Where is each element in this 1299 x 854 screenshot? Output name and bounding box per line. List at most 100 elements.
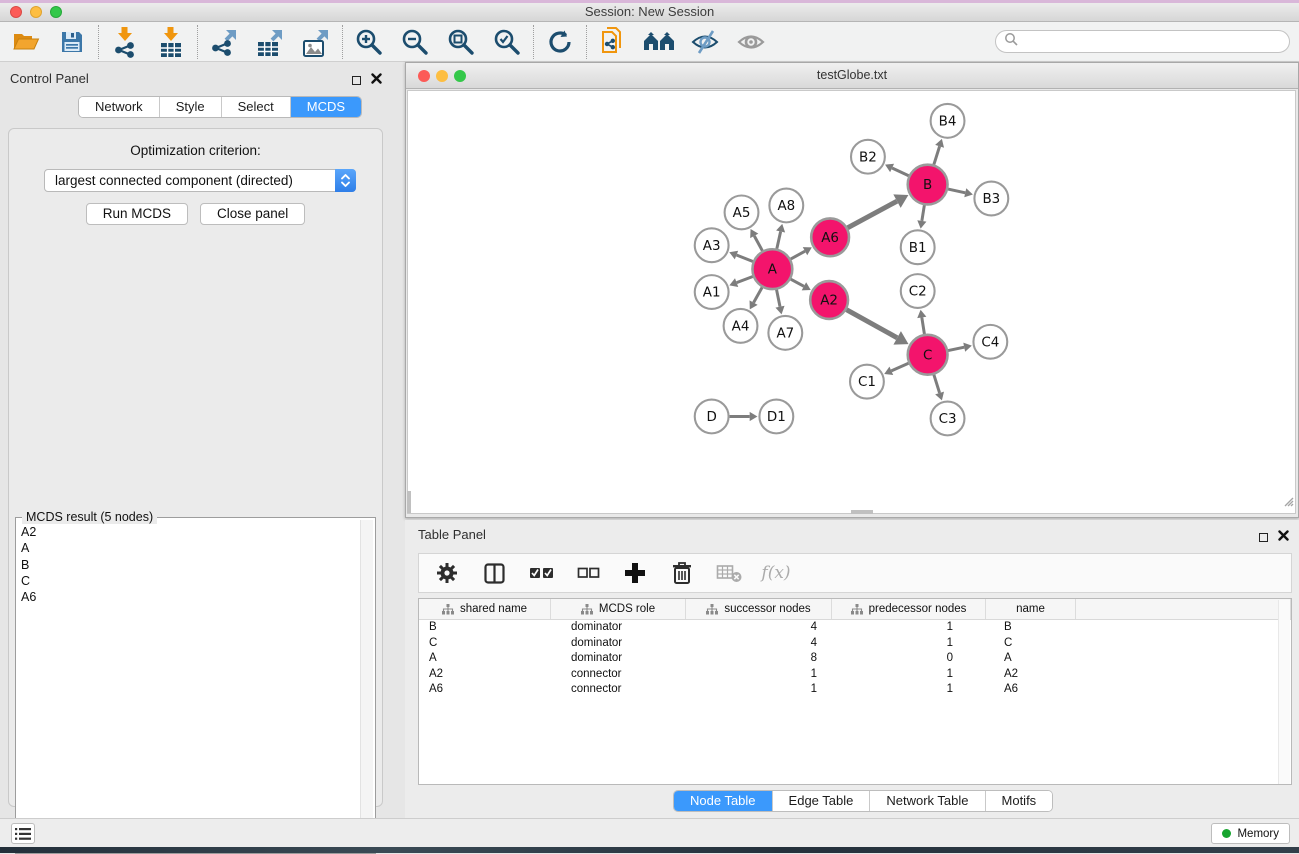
list-item[interactable]: A: [21, 540, 357, 556]
minimize-traffic-light[interactable]: [436, 70, 448, 82]
tab-node-table[interactable]: Node Table: [674, 791, 773, 811]
graph-node-label: C4: [981, 335, 999, 350]
table-header-row: shared name MCDS role successor nodes pr…: [419, 599, 1291, 620]
control-panel-title: Control Panel: [10, 71, 89, 86]
home-layout-icon[interactable]: [643, 26, 675, 58]
app-titlebar: Session: New Session: [0, 3, 1299, 22]
search-input[interactable]: [995, 30, 1290, 53]
export-image-icon[interactable]: [300, 26, 332, 58]
column-header[interactable]: successor nodes: [686, 599, 832, 619]
list-item[interactable]: A6: [21, 589, 357, 605]
network-overview-icon[interactable]: [597, 26, 629, 58]
float-panel-icon[interactable]: [1259, 533, 1268, 542]
save-icon[interactable]: [56, 26, 88, 58]
function-builder-icon: f(x): [760, 557, 792, 589]
column-header[interactable]: MCDS role: [551, 599, 686, 619]
graph-node-label: D: [706, 410, 716, 425]
list-item[interactable]: A2: [21, 524, 357, 540]
graph-node-label: B2: [859, 150, 877, 165]
add-column-icon[interactable]: [619, 557, 651, 589]
close-panel-icon[interactable]: [1278, 528, 1289, 546]
delete-column-icon[interactable]: [666, 557, 698, 589]
graph-node-label: A7: [776, 326, 794, 341]
table-row[interactable]: A6connector11A6: [419, 682, 1291, 698]
close-panel-icon[interactable]: [371, 71, 382, 89]
tab-mcds[interactable]: MCDS: [291, 97, 361, 117]
network-view-window: testGlobe.txt AA1A2A3A4A5A6A7A8BB1B2B3B4…: [405, 62, 1299, 518]
optimization-criterion-value: largest connected component (directed): [45, 173, 335, 188]
run-mcds-button[interactable]: Run MCDS: [86, 203, 188, 225]
table-row[interactable]: Bdominator41B: [419, 620, 1291, 636]
app-title: Session: New Session: [0, 3, 1299, 21]
unselect-all-icon[interactable]: [572, 557, 604, 589]
mcds-result-box: MCDS result (5 nodes) A2 A B C A6: [15, 517, 376, 854]
tab-select[interactable]: Select: [222, 97, 291, 117]
mcds-panel-body: Optimization criterion: largest connecte…: [8, 128, 383, 807]
column-header[interactable]: name: [986, 599, 1076, 619]
tab-motifs[interactable]: Motifs: [986, 791, 1053, 811]
zoom-selected-icon[interactable]: [491, 26, 523, 58]
task-history-button[interactable]: [11, 823, 35, 844]
table-scrollbar[interactable]: [1278, 600, 1290, 785]
tab-network[interactable]: Network: [79, 97, 160, 117]
mcds-result-list[interactable]: A2 A B C A6: [21, 524, 357, 849]
export-network-icon[interactable]: [208, 26, 240, 58]
network-window-titlebar: testGlobe.txt: [406, 63, 1298, 89]
graph-node-label: B3: [982, 192, 1000, 207]
graph-node-label: D1: [767, 410, 786, 425]
column-header[interactable]: shared name: [419, 599, 551, 619]
network-graph[interactable]: AA1A2A3A4A5A6A7A8BB1B2B3B4CC1C2C3C4DD1: [408, 91, 1295, 513]
export-table-icon[interactable]: [254, 26, 286, 58]
resize-grip-icon[interactable]: [1282, 494, 1294, 512]
show-details-icon[interactable]: [735, 26, 767, 58]
control-panel-header: Control Panel: [0, 62, 390, 92]
memory-button[interactable]: Memory: [1211, 823, 1290, 844]
table-panel-title: Table Panel: [418, 527, 486, 542]
tab-edge-table[interactable]: Edge Table: [773, 791, 871, 811]
zoom-out-icon[interactable]: [399, 26, 431, 58]
open-folder-icon[interactable]: [10, 26, 42, 58]
graph-node-label: A: [768, 263, 778, 278]
optimization-criterion-select[interactable]: largest connected component (directed): [44, 169, 356, 192]
zoom-traffic-light[interactable]: [50, 6, 62, 18]
close-traffic-light[interactable]: [418, 70, 430, 82]
show-columns-icon[interactable]: [478, 557, 510, 589]
graph-node-label: C2: [909, 285, 927, 300]
network-canvas[interactable]: AA1A2A3A4A5A6A7A8BB1B2B3B4CC1C2C3C4DD1: [407, 90, 1296, 514]
import-table-icon[interactable]: [155, 26, 187, 58]
graph-node-label: A1: [703, 286, 721, 301]
desktop-wallpaper-strip: [0, 847, 1299, 853]
list-item[interactable]: C: [21, 573, 357, 589]
memory-label: Memory: [1237, 828, 1279, 840]
column-header[interactable]: predecessor nodes: [832, 599, 986, 619]
tab-style[interactable]: Style: [160, 97, 222, 117]
tab-network-table[interactable]: Network Table: [870, 791, 985, 811]
graph-node-label: A3: [703, 239, 721, 254]
table-row[interactable]: A2connector11A2: [419, 667, 1291, 683]
zoom-in-icon[interactable]: [353, 26, 385, 58]
float-panel-icon[interactable]: [352, 76, 361, 85]
table-row[interactable]: Cdominator41C: [419, 636, 1291, 652]
graph-node-label: A4: [732, 319, 750, 334]
select-all-icon[interactable]: [525, 557, 557, 589]
minimize-traffic-light[interactable]: [30, 6, 42, 18]
close-traffic-light[interactable]: [10, 6, 22, 18]
table-row[interactable]: Adominator80A: [419, 651, 1291, 667]
node-table[interactable]: shared name MCDS role successor nodes pr…: [418, 598, 1292, 785]
graph-node-label: C3: [939, 412, 957, 427]
zoom-traffic-light[interactable]: [454, 70, 466, 82]
list-item[interactable]: B: [21, 557, 357, 573]
table-toolbar: f(x): [418, 553, 1292, 593]
zoom-fit-icon[interactable]: [445, 26, 477, 58]
hide-details-icon[interactable]: [689, 26, 721, 58]
vertical-scrollbar-thumb[interactable]: [407, 491, 411, 513]
horizontal-scrollbar-thumb[interactable]: [851, 510, 873, 514]
table-tabs: Node Table Edge Table Network Table Moti…: [673, 790, 1053, 812]
close-panel-button[interactable]: Close panel: [200, 203, 305, 225]
list-scrollbar[interactable]: [360, 520, 373, 851]
refresh-icon[interactable]: [544, 26, 576, 58]
network-window-title: testGlobe.txt: [406, 63, 1298, 87]
settings-gear-icon[interactable]: [431, 557, 463, 589]
import-network-icon[interactable]: [109, 26, 141, 58]
delete-table-icon: [713, 557, 745, 589]
